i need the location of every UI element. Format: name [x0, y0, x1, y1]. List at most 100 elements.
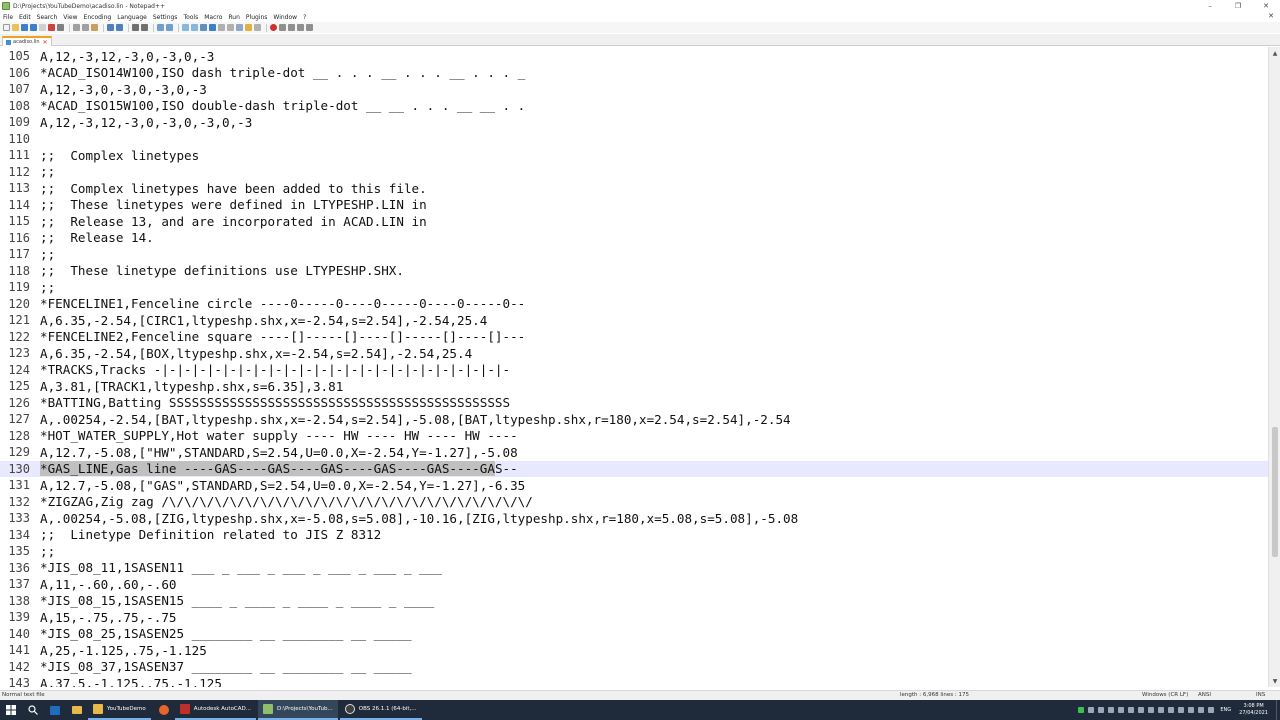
editor-line[interactable]: 110: [0, 131, 1268, 148]
line-text[interactable]: *GAS_LINE,Gas line ----GAS----GAS----GAS…: [36, 461, 518, 477]
editor-line[interactable]: 143 A,37.5,-1.125,.75,-1.125: [0, 675, 1268, 687]
line-text[interactable]: A,11,-.60,.60,-.60: [36, 577, 176, 592]
editor-line[interactable]: 127 A,.00254,-2.54,[BAT,ltypeshp.shx,x=-2…: [0, 411, 1268, 428]
editor-area[interactable]: 105 A,12,-3,12,-3,0,-3,0,-3 106 *ACAD_ISO14…: [0, 47, 1268, 687]
editor-line[interactable]: 133 A,.00254,-5.08,[ZIG,ltypeshp.shx,x=-5…: [0, 510, 1268, 527]
stop-macro-icon[interactable]: [279, 24, 286, 31]
scrollbar-thumb[interactable]: [1272, 427, 1278, 557]
line-text[interactable]: ;; These linetype definitions use LTYPES…: [36, 263, 404, 278]
paste-icon[interactable]: [91, 24, 98, 31]
close-file-icon[interactable]: [39, 24, 46, 31]
line-text[interactable]: ;; Release 13, and are incorporated in A…: [36, 214, 427, 229]
line-text[interactable]: A,.00254,-5.08,[ZIG,ltypeshp.shx,x=-5.08…: [36, 511, 798, 526]
editor-line[interactable]: 118 ;; These linetype definitions use LTY…: [0, 263, 1268, 280]
close-all-icon[interactable]: [48, 24, 55, 31]
editor-lines[interactable]: 105 A,12,-3,12,-3,0,-3,0,-3 106 *ACAD_ISO14…: [0, 48, 1268, 687]
line-text[interactable]: ;; Release 14.: [36, 230, 154, 245]
line-text[interactable]: ;; Linetype Definition related to JIS Z …: [36, 527, 381, 542]
search-icon[interactable]: [27, 704, 39, 716]
indent-guide-icon[interactable]: [218, 24, 225, 31]
editor-line[interactable]: 130 *GAS_LINE,Gas line ----GAS----GAS----…: [0, 460, 1268, 477]
tab-close-icon[interactable]: ✕: [43, 39, 48, 46]
show-all-characters-icon[interactable]: [209, 24, 216, 31]
line-text[interactable]: *FENCELINE2,Fenceline square ----[]-----…: [36, 329, 525, 344]
record-macro-icon[interactable]: [270, 24, 277, 31]
menu-encoding[interactable]: Encoding: [84, 14, 112, 21]
editor-line[interactable]: 137 A,11,-.60,.60,-.60: [0, 576, 1268, 593]
tray-icon[interactable]: [1188, 707, 1195, 713]
menu-edit[interactable]: Edit: [19, 14, 31, 21]
sync-vertical-icon[interactable]: [182, 24, 189, 31]
print-icon[interactable]: [57, 24, 64, 31]
tray-volume-icon[interactable]: [1198, 707, 1205, 713]
windows-start-icon[interactable]: [5, 704, 17, 716]
editor-line[interactable]: 119;;: [0, 279, 1268, 296]
new-file-icon[interactable]: [3, 24, 10, 31]
tray-network-icon[interactable]: [1088, 707, 1095, 713]
maximize-button[interactable]: ❐: [1224, 0, 1252, 12]
line-text[interactable]: A,12,-3,12,-3,0,-3,0,-3,0,-3: [36, 115, 252, 130]
menu-help[interactable]: ?: [303, 14, 306, 21]
editor-line[interactable]: 123 A,6.35,-2.54,[BOX,ltypeshp.shx,x=-2.5…: [0, 345, 1268, 362]
editor-line[interactable]: 135;;: [0, 543, 1268, 560]
tray-icon[interactable]: [1168, 707, 1175, 713]
editor-line[interactable]: 141 A,25,-1.125,.75,-1.125: [0, 642, 1268, 659]
editor-line[interactable]: 134 ;; Linetype Definition related to JIS…: [0, 527, 1268, 544]
unselected-text[interactable]: S--: [495, 461, 518, 476]
editor-line[interactable]: 121 A,6.35,-2.54,[CIRC1,ltypeshp.shx,x=-2…: [0, 312, 1268, 329]
editor-line[interactable]: 131 A,12.7,-5.08,["GAS",STANDARD,S=2.54,U…: [0, 477, 1268, 494]
menu-view[interactable]: View: [63, 14, 77, 21]
line-text[interactable]: *JIS_08_25,1SASEN25 ________ __ ________…: [36, 626, 412, 641]
editor-line[interactable]: 116 ;; Release 14.: [0, 230, 1268, 247]
sync-horizontal-icon[interactable]: [191, 24, 198, 31]
show-desktop-button[interactable]: [1276, 700, 1280, 720]
tray-icon[interactable]: [1128, 707, 1135, 713]
editor-line[interactable]: 107 A,12,-3,0,-3,0,-3,0,-3: [0, 81, 1268, 98]
editor-line[interactable]: 111 ;; Complex linetypes: [0, 147, 1268, 164]
editor-line[interactable]: 142 *JIS_08_37,1SASEN37 ________ __ _____…: [0, 659, 1268, 676]
cut-icon[interactable]: [73, 24, 80, 31]
tray-icon[interactable]: [1138, 707, 1145, 713]
editor-line[interactable]: 136 *JIS_08_11,1SASEN11 ___ _ ___ _ ___ _…: [0, 560, 1268, 577]
menu-plugins[interactable]: Plugins: [246, 14, 268, 21]
line-text[interactable]: A,12,-3,12,-3,0,-3,0,-3: [36, 49, 214, 64]
line-text[interactable]: *JIS_08_15,1SASEN15 ____ _ ____ _ ____ _…: [36, 593, 434, 608]
save-icon[interactable]: [21, 24, 28, 31]
close-window-button[interactable]: ✕: [1252, 0, 1280, 12]
system-clock[interactable]: 3:08 PM 27/04/2021: [1239, 703, 1268, 717]
minimize-button[interactable]: –: [1196, 0, 1224, 12]
editor-line[interactable]: 105 A,12,-3,12,-3,0,-3,0,-3: [0, 48, 1268, 65]
tab-acadiso-lin[interactable]: acadiso.lin ✕: [2, 36, 52, 46]
editor-line[interactable]: 106 *ACAD_ISO14W100,ISO dash triple-dot _…: [0, 65, 1268, 82]
editor-line[interactable]: 124 *TRACKS,Tracks -|-|-|-|-|-|-|-|-|-|-|…: [0, 362, 1268, 379]
editor-line[interactable]: 126 *BATTING,Batting SSSSSSSSSSSSSSSSSSSS…: [0, 395, 1268, 412]
editor-line[interactable]: 109 A,12,-3,12,-3,0,-3,0,-3,0,-3: [0, 114, 1268, 131]
menu-tools[interactable]: Tools: [183, 14, 198, 21]
editor-line[interactable]: 113 ;; Complex linetypes have been added …: [0, 180, 1268, 197]
menu-macro[interactable]: Macro: [204, 14, 222, 21]
line-text[interactable]: A,.00254,-2.54,[BAT,ltypeshp.shx,x=-2.54…: [36, 412, 791, 427]
menu-language[interactable]: Language: [117, 14, 147, 21]
editor-line[interactable]: 129 A,12.7,-5.08,["HW",STANDARD,S=2.54,U=…: [0, 444, 1268, 461]
line-text[interactable]: *HOT_WATER_SUPPLY,Hot water supply ---- …: [36, 428, 518, 443]
line-text[interactable]: *ZIGZAG,Zig zag /\/\/\/\/\/\/\/\/\/\/\/\…: [36, 494, 533, 509]
close-document-button[interactable]: ✕: [1268, 12, 1274, 20]
tray-icon[interactable]: [1108, 707, 1115, 713]
replace-icon[interactable]: [141, 24, 148, 31]
editor-line[interactable]: 139 A,15,-.75,.75,-.75: [0, 609, 1268, 626]
line-text[interactable]: *TRACKS,Tracks -|-|-|-|-|-|-|-|-|-|-|-|-…: [36, 362, 510, 377]
line-text[interactable]: *ACAD_ISO14W100,ISO dash triple-dot __ .…: [36, 65, 525, 80]
monitoring-icon[interactable]: [254, 24, 261, 31]
editor-line[interactable]: 115 ;; Release 13, and are incorporated i…: [0, 213, 1268, 230]
scroll-up-arrow-icon[interactable]: ▲: [1269, 47, 1280, 59]
line-text[interactable]: *FENCELINE1,Fenceline circle ----0-----0…: [36, 296, 525, 311]
word-wrap-icon[interactable]: [200, 24, 207, 31]
save-macro-icon[interactable]: [306, 24, 313, 31]
line-text[interactable]: ;;: [36, 280, 55, 295]
tray-icon[interactable]: [1178, 707, 1185, 713]
vertical-scrollbar[interactable]: ▲ ▼: [1268, 47, 1280, 687]
taskbar-app-youtubedemo[interactable]: YouTubeDemo: [88, 700, 151, 720]
editor-line[interactable]: 120 *FENCELINE1,Fenceline circle ----0---…: [0, 296, 1268, 313]
line-text[interactable]: *ACAD_ISO15W100,ISO double-dash triple-d…: [36, 98, 525, 113]
line-text[interactable]: ;; Complex linetypes have been added to …: [36, 181, 427, 196]
